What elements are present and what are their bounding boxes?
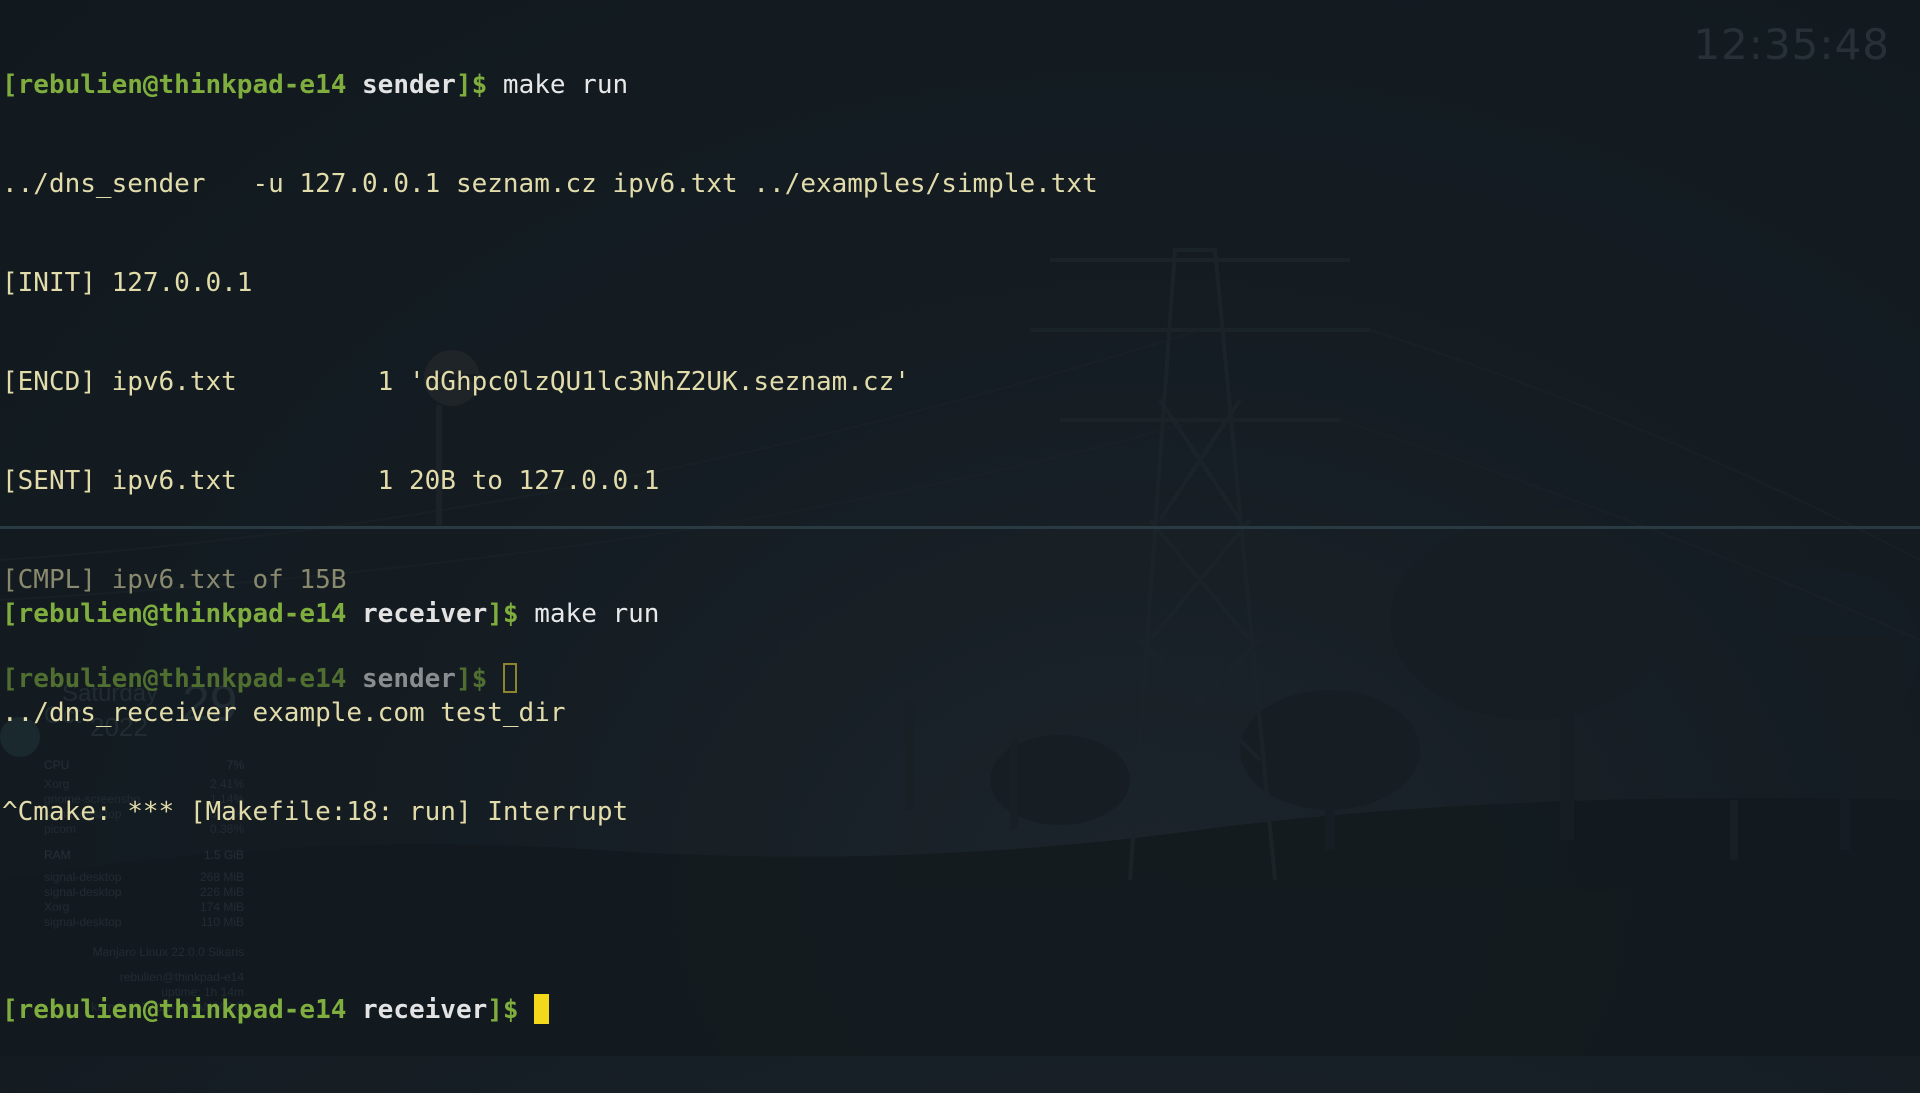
terminal-pane-receiver[interactable]: [rebulien@thinkpad-e14 receiver]$ make r… — [0, 529, 1920, 1056]
terminal-output-receiver: [rebulien@thinkpad-e14 receiver]$ make r… — [2, 529, 659, 1093]
output-line-empty — [2, 895, 659, 928]
output-line: [SENT] ipv6.txt 1 20B to 127.0.0.1 — [2, 466, 660, 496]
cursor-active — [534, 994, 550, 1024]
output-line: [INIT] 127.0.0.1 — [2, 268, 253, 298]
terminal-pane-sender[interactable]: [rebulien@thinkpad-e14 sender]$ make run… — [0, 0, 1920, 694]
output-line: ^Cmake: *** [Makefile:18: run] Interrupt — [2, 797, 629, 827]
output-line: ../dns_sender -u 127.0.0.1 seznam.cz ipv… — [2, 169, 1098, 199]
output-line: [ENCD] ipv6.txt 1 'dGhpc0lzQU1lc3NhZ2UK.… — [2, 367, 910, 397]
prompt-line: [rebulien@thinkpad-e14 sender]$ make run — [2, 70, 629, 100]
prompt-line-active[interactable]: [rebulien@thinkpad-e14 receiver]$ — [2, 994, 659, 1027]
prompt-line: [rebulien@thinkpad-e14 receiver]$ make r… — [2, 599, 660, 629]
output-line: ../dns_receiver example.com test_dir — [2, 698, 566, 728]
